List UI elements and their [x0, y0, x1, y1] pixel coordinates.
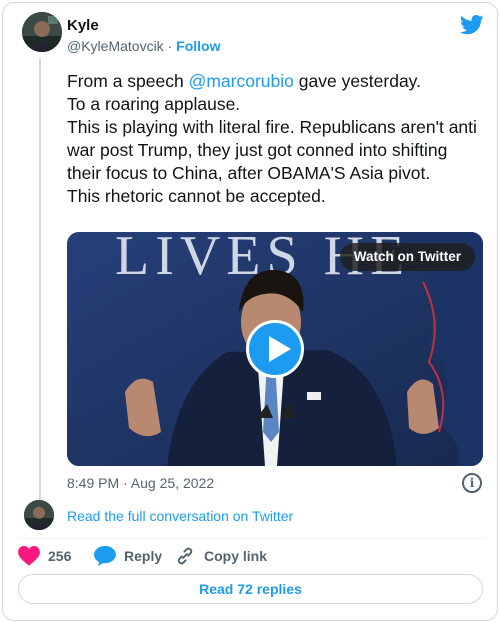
play-button[interactable] [246, 320, 304, 378]
reply-bubble-icon [94, 546, 116, 566]
info-icon[interactable]: i [462, 473, 482, 493]
reply-button[interactable]: Reply [94, 545, 162, 567]
author-avatar[interactable] [22, 12, 62, 52]
author-name[interactable]: Kyle [67, 17, 99, 34]
play-icon [269, 336, 291, 362]
actions-divider [18, 538, 486, 539]
like-count: 256 [48, 548, 72, 564]
tweet-line-2: To a roaring applause. [67, 94, 241, 114]
mention-link[interactable]: @marcorubio [189, 71, 294, 91]
read-replies-button[interactable]: Read 72 replies [18, 574, 483, 604]
author-avatar-small[interactable] [24, 500, 54, 530]
author-handle-row: @KyleMatovcik · Follow [67, 38, 220, 54]
watch-on-twitter-button[interactable]: Watch on Twitter [339, 243, 475, 271]
copy-link-label: Copy link [204, 548, 268, 564]
author-handle[interactable]: @KyleMatovcik [67, 38, 164, 54]
tweet-actions: 256 Reply Copy link [18, 545, 478, 567]
link-icon [177, 547, 193, 565]
heart-icon [18, 546, 40, 566]
tweet-text: From a speech @marcorubio gave yesterday… [67, 70, 485, 208]
tweet-line-3: This is playing with literal fire. Repub… [67, 117, 477, 183]
separator-dot: · [167, 38, 173, 54]
copy-link-button[interactable]: Copy link [174, 545, 267, 567]
thread-line [39, 58, 41, 500]
like-button[interactable]: 256 [18, 545, 71, 567]
full-conversation-link[interactable]: Read the full conversation on Twitter [67, 508, 293, 524]
tweet-line-1: From a speech @marcorubio gave yesterday… [67, 71, 421, 91]
tweet-timestamp[interactable]: 8:49 PM · Aug 25, 2022 [67, 475, 214, 491]
video-thumbnail[interactable]: LIVES HE Watch on Twitter [67, 232, 483, 466]
tweet-line-4: This rhetoric cannot be accepted. [67, 186, 326, 206]
follow-button[interactable]: Follow [176, 38, 220, 54]
twitter-bird-icon[interactable] [460, 15, 484, 35]
reply-label: Reply [124, 548, 163, 564]
